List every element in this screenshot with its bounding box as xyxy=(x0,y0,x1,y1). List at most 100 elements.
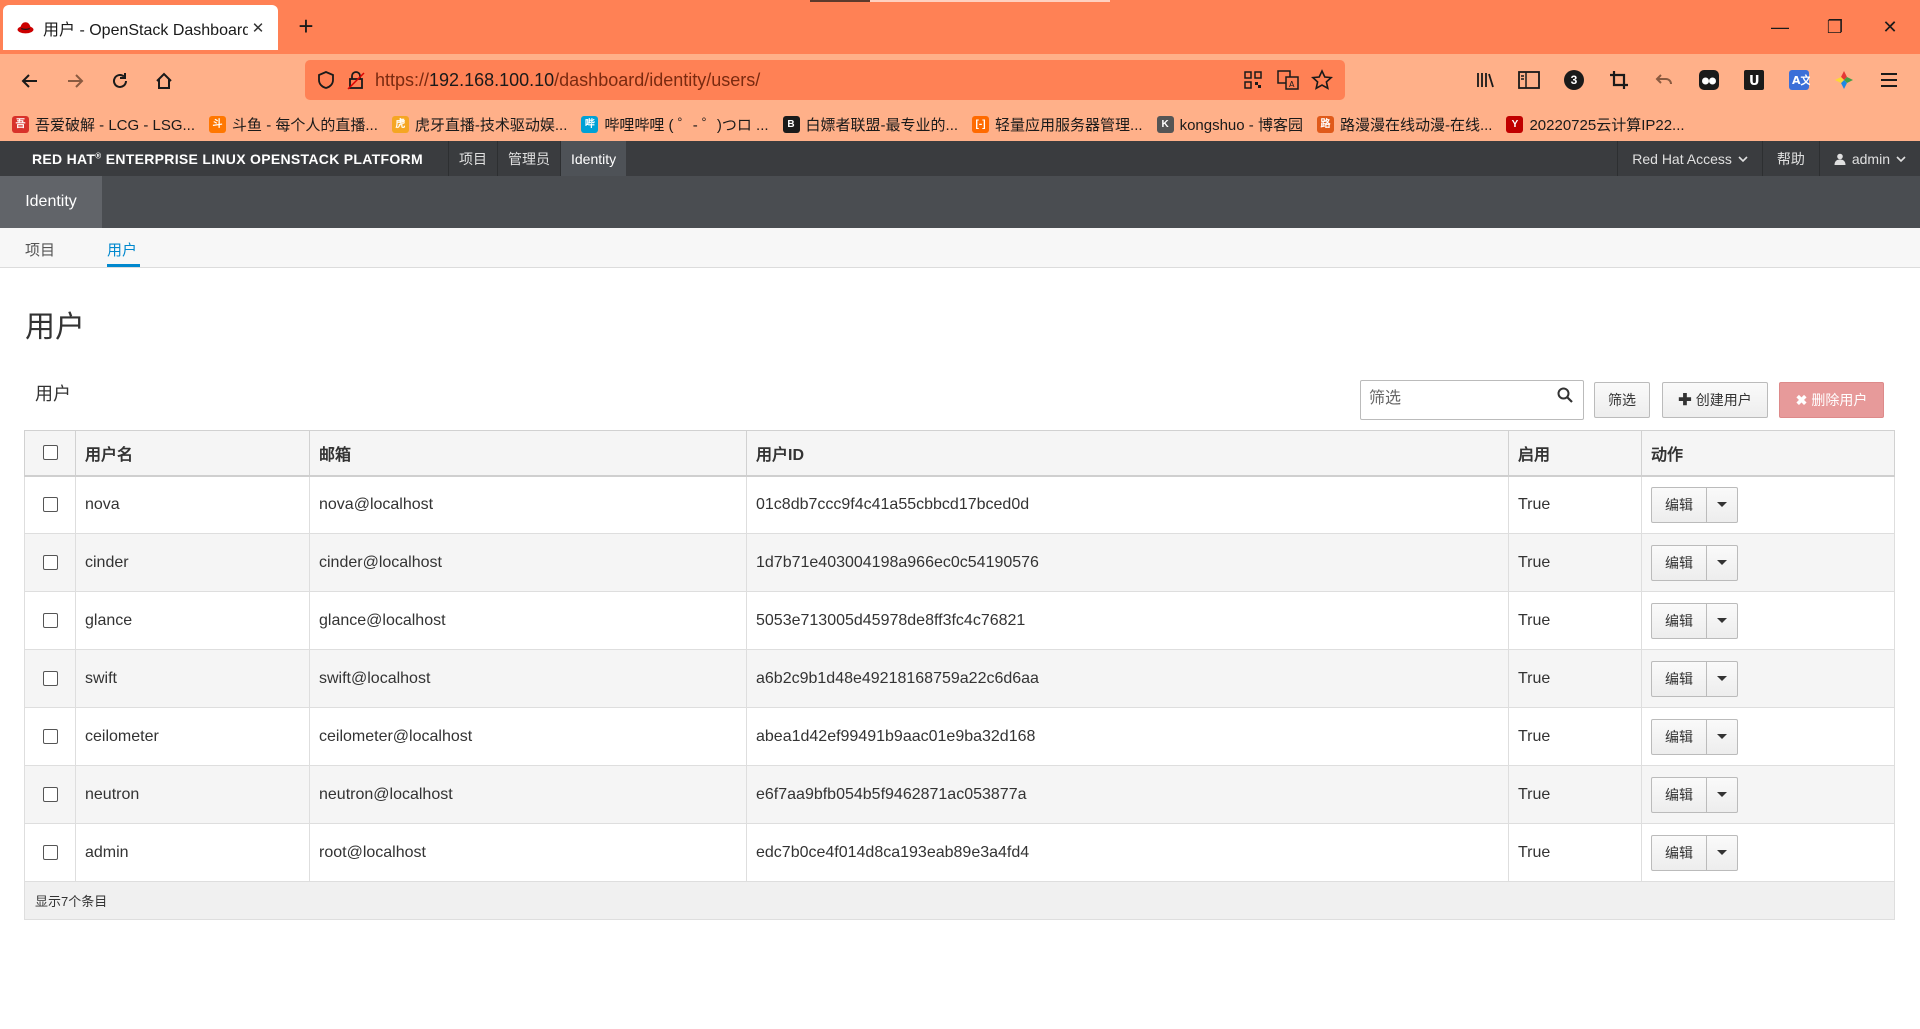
nav-project[interactable]: 项目 xyxy=(448,141,497,176)
window-minimize-button[interactable]: — xyxy=(1760,13,1800,41)
help-link[interactable]: 帮助 xyxy=(1761,141,1819,176)
bookmark-item[interactable]: Y 20220725云计算IP22... xyxy=(1506,114,1685,135)
caret-down-icon xyxy=(1717,850,1727,855)
window-restore-button[interactable]: ❐ xyxy=(1815,13,1855,41)
edit-button[interactable]: 编辑 xyxy=(1651,834,1707,871)
row-checkbox[interactable] xyxy=(42,670,58,686)
redhat-access-dropdown[interactable]: Red Hat Access xyxy=(1617,141,1762,176)
address-bar[interactable]: https://192.168.100.10/dashboard/identit… xyxy=(305,60,1345,100)
new-tab-button[interactable]: + xyxy=(291,12,321,42)
edit-button[interactable]: 编辑 xyxy=(1651,602,1707,639)
filter-button[interactable]: 筛选 xyxy=(1594,382,1650,418)
extension-badge-icon[interactable]: 3 xyxy=(1561,67,1587,93)
row-action-group: 编辑 xyxy=(1651,602,1738,639)
cell-enabled: True xyxy=(1508,707,1642,766)
reload-button[interactable] xyxy=(102,63,138,99)
actions-dropdown-toggle[interactable] xyxy=(1707,602,1738,639)
cnblogs-icon: K xyxy=(1156,115,1174,133)
row-checkbox[interactable] xyxy=(42,612,58,628)
search-icon[interactable] xyxy=(1557,387,1573,403)
select-all-checkbox[interactable] xyxy=(42,445,58,461)
column-header-email[interactable]: 邮箱 xyxy=(309,430,747,477)
caret-down-icon xyxy=(1717,734,1727,739)
actions-dropdown-toggle[interactable] xyxy=(1707,776,1738,813)
actions-dropdown-toggle[interactable] xyxy=(1707,486,1738,523)
star-bookmark-icon[interactable] xyxy=(1311,69,1333,91)
extension-u-icon[interactable]: U xyxy=(1741,67,1767,93)
bookmark-item[interactable]: 哔哔哩哔哩 ( ゜- ゜)つロ ... xyxy=(581,114,769,135)
row-checkbox[interactable] xyxy=(42,844,58,860)
row-checkbox[interactable] xyxy=(42,728,58,744)
tab-projects[interactable]: 项目 xyxy=(25,239,55,260)
url-text[interactable]: https://192.168.100.10/dashboard/identit… xyxy=(375,70,760,91)
table-row: cinder cinder@localhost 1d7b71e403004198a9… xyxy=(24,533,1895,592)
column-header-username[interactable]: 用户名 xyxy=(75,430,310,477)
column-header-user-id[interactable]: 用户ID xyxy=(746,430,1509,477)
nav-admin[interactable]: 管理员 xyxy=(497,141,560,176)
hamburger-menu-icon[interactable] xyxy=(1876,67,1902,93)
cell-actions: 编辑 xyxy=(1641,591,1895,650)
row-action-group: 编辑 xyxy=(1651,718,1738,755)
row-action-group: 编辑 xyxy=(1651,544,1738,581)
translate-extension-icon[interactable]: A文 xyxy=(1786,67,1812,93)
cell-actions: 编辑 xyxy=(1641,649,1895,708)
row-checkbox[interactable] xyxy=(42,497,58,513)
caret-down-icon xyxy=(1717,676,1727,681)
actions-dropdown-toggle[interactable] xyxy=(1707,660,1738,697)
back-button[interactable] xyxy=(12,63,48,99)
tab-close-icon[interactable]: ✕ xyxy=(248,19,268,37)
edit-button[interactable]: 编辑 xyxy=(1651,776,1707,813)
bookmark-item[interactable]: [-] 轻量应用服务器管理... xyxy=(972,114,1143,135)
shield-icon[interactable] xyxy=(317,70,335,90)
column-header-enabled[interactable]: 启用 xyxy=(1508,430,1642,477)
cell-actions: 编辑 xyxy=(1641,533,1895,592)
bookmark-item[interactable]: 虎虎牙直播-技术驱动娱... xyxy=(391,114,567,135)
row-checkbox[interactable] xyxy=(42,554,58,570)
bookmark-label: 哔哩哔哩 ( ゜- ゜)つロ ... xyxy=(604,116,769,134)
bookmark-item[interactable]: B 白嫖者联盟-最专业的... xyxy=(782,114,958,135)
svg-text:U: U xyxy=(1749,74,1760,89)
actions-dropdown-toggle[interactable] xyxy=(1707,544,1738,581)
browser-tab-active[interactable]: 用户 - OpenStack Dashboard ✕ xyxy=(3,5,278,50)
bookmark-item[interactable]: 斗斗鱼 - 每个人的直播... xyxy=(209,114,378,135)
top-right-nav: Red Hat Access 帮助 admin xyxy=(1617,141,1920,176)
create-user-button[interactable]: ✚ 创建用户 xyxy=(1662,382,1768,418)
colorful-extension-icon[interactable] xyxy=(1831,67,1857,93)
actions-dropdown-toggle[interactable] xyxy=(1707,834,1738,871)
bookmark-item[interactable]: 路路漫漫在线动漫-在线... xyxy=(1316,114,1493,135)
nav-identity[interactable]: Identity xyxy=(560,141,627,176)
lumanman-icon: 路 xyxy=(1316,115,1334,133)
table-header-row: 用户名 邮箱 用户ID 启用 动作 xyxy=(24,430,1895,477)
lock-insecure-icon[interactable] xyxy=(347,70,365,90)
library-icon[interactable] xyxy=(1472,67,1498,93)
undo-icon[interactable] xyxy=(1651,67,1677,93)
forward-button[interactable] xyxy=(57,63,93,99)
panel-tab-identity[interactable]: Identity xyxy=(0,176,102,228)
crop-icon[interactable] xyxy=(1606,67,1632,93)
bookmark-label: 路漫漫在线动漫-在线... xyxy=(1339,116,1493,134)
tab-users[interactable]: 用户 xyxy=(107,239,137,260)
tab-strip-indicator-dark xyxy=(810,0,870,2)
cell-username: cinder xyxy=(75,533,310,592)
edit-button[interactable]: 编辑 xyxy=(1651,718,1707,755)
filter-input[interactable] xyxy=(1361,381,1541,417)
edit-button[interactable]: 编辑 xyxy=(1651,544,1707,581)
sidebar-toggle-icon[interactable] xyxy=(1516,67,1542,93)
extension-badge-count: 3 xyxy=(1564,70,1584,90)
window-close-button[interactable]: ✕ xyxy=(1870,13,1910,41)
bookmark-item[interactable]: 吾吾爱破解 - LCG - LSG... xyxy=(12,114,195,135)
home-button[interactable] xyxy=(146,63,182,99)
delete-users-button[interactable]: ✖ 删除用户 xyxy=(1779,382,1884,418)
bookmark-item[interactable]: Kkongshuo - 博客园 xyxy=(1156,114,1303,135)
qr-code-icon[interactable] xyxy=(1243,70,1263,90)
translate-icon[interactable]: A xyxy=(1277,70,1299,90)
brand-logo[interactable]: RED HAT® ENTERPRISE LINUX OPENSTACK PLAT… xyxy=(0,151,448,167)
row-checkbox[interactable] xyxy=(42,786,58,802)
actions-dropdown-toggle[interactable] xyxy=(1707,718,1738,755)
tampermonkey-icon[interactable] xyxy=(1696,67,1722,93)
filter-field[interactable] xyxy=(1360,380,1584,420)
cell-username: swift xyxy=(75,649,310,708)
edit-button[interactable]: 编辑 xyxy=(1651,486,1707,523)
edit-button[interactable]: 编辑 xyxy=(1651,660,1707,697)
user-menu-dropdown[interactable]: admin xyxy=(1818,141,1920,176)
